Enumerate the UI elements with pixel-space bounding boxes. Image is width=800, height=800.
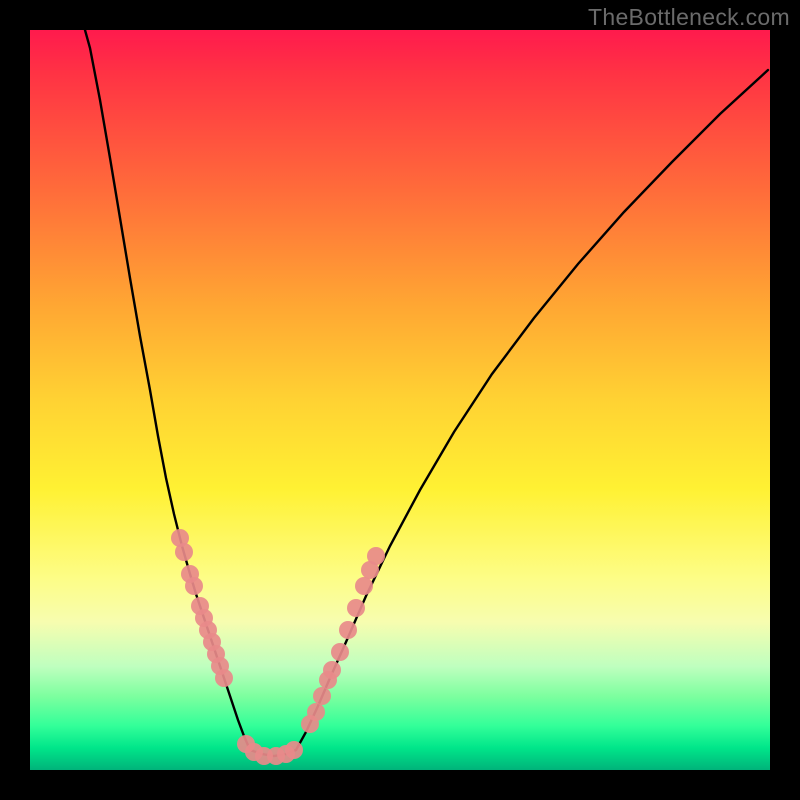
highlight-dot bbox=[331, 643, 349, 661]
v-curve-path bbox=[85, 30, 768, 756]
highlight-dot bbox=[339, 621, 357, 639]
highlight-dot bbox=[307, 703, 325, 721]
highlight-dot bbox=[185, 577, 203, 595]
highlight-dot bbox=[367, 547, 385, 565]
chart-frame: TheBottleneck.com bbox=[0, 0, 800, 800]
highlight-dot bbox=[355, 577, 373, 595]
highlight-dot bbox=[175, 543, 193, 561]
highlight-dot bbox=[347, 599, 365, 617]
highlight-dot bbox=[215, 669, 233, 687]
plot-area bbox=[30, 30, 770, 770]
highlight-dot-group bbox=[171, 529, 385, 765]
curve-svg bbox=[30, 30, 770, 770]
watermark-text: TheBottleneck.com bbox=[588, 4, 790, 31]
highlight-dot bbox=[285, 741, 303, 759]
highlight-dot bbox=[313, 687, 331, 705]
highlight-dot bbox=[323, 661, 341, 679]
